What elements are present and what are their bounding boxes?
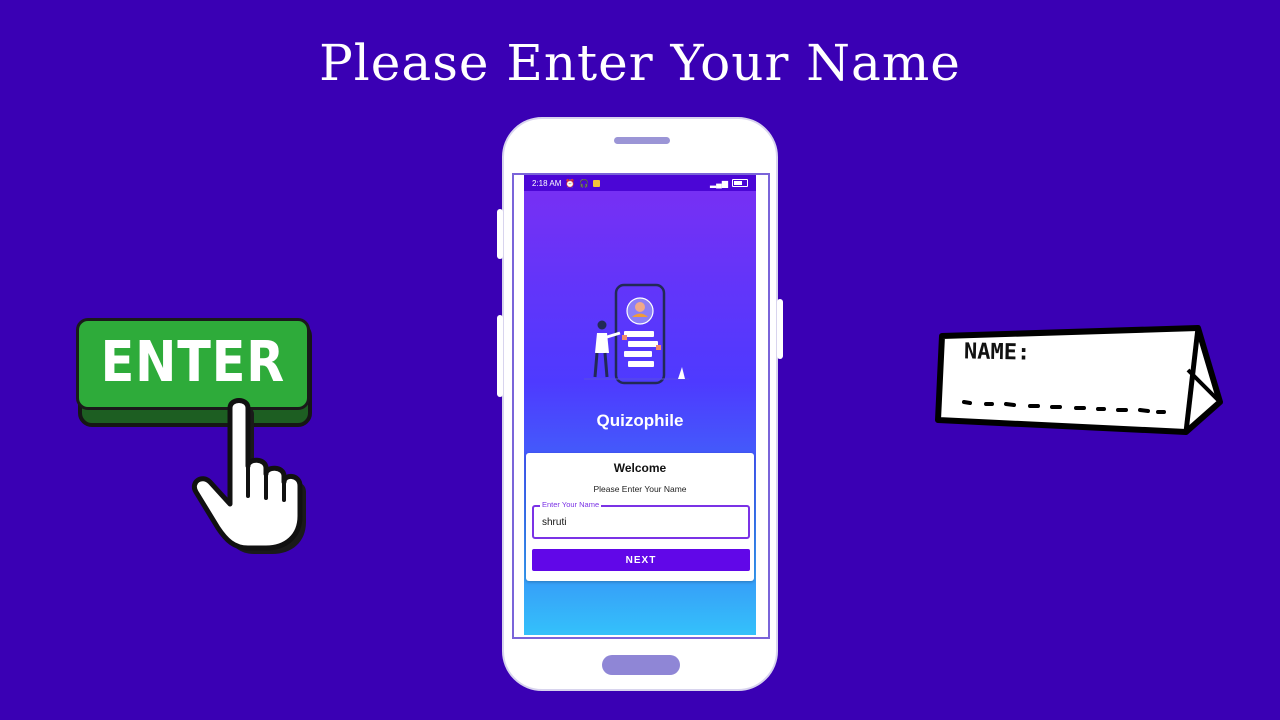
card-subtitle: Please Enter Your Name xyxy=(593,484,687,494)
battery-icon xyxy=(732,179,748,187)
enter-button-graphic: ENTER xyxy=(72,318,322,558)
phone-speaker xyxy=(614,137,670,144)
notification-icon xyxy=(593,179,601,187)
status-bar: 2:18 AM ⏰ 🎧 ▂▄▆ xyxy=(524,175,756,191)
hand-pointer-icon xyxy=(192,398,306,554)
quiz-person-illustration xyxy=(584,283,689,385)
signal-icon: ▂▄▆ xyxy=(710,178,728,188)
app-screen: 2:18 AM ⏰ 🎧 ▂▄▆ Quizophile Welcome Pleas… xyxy=(524,175,756,635)
phone-mockup: 2:18 AM ⏰ 🎧 ▂▄▆ Quizophile Welcome Pleas… xyxy=(497,117,783,691)
next-button[interactable]: NEXT xyxy=(532,549,750,571)
card-title: Welcome xyxy=(613,461,667,475)
alarm-icon: ⏰ xyxy=(565,178,576,188)
name-input[interactable] xyxy=(542,517,732,528)
phone-volume-down-button xyxy=(497,315,503,397)
name-tag-label: NAME: xyxy=(963,339,1031,366)
name-field[interactable]: Enter Your Name xyxy=(532,500,750,539)
name-tag-graphic: NAME: xyxy=(930,320,1230,445)
phone-power-button xyxy=(777,299,783,359)
enter-label: ENTER xyxy=(100,329,286,395)
home-button xyxy=(602,655,680,675)
app-title: Quizophile xyxy=(596,411,684,430)
headline: Please Enter Your Name xyxy=(319,34,961,92)
status-time: 2:18 AM xyxy=(532,178,562,188)
headphones-icon: 🎧 xyxy=(579,178,590,188)
welcome-card: Welcome Please Enter Your Name Enter You… xyxy=(526,453,754,581)
name-field-label: Enter Your Name xyxy=(540,500,602,509)
phone-volume-up-button xyxy=(497,209,503,259)
